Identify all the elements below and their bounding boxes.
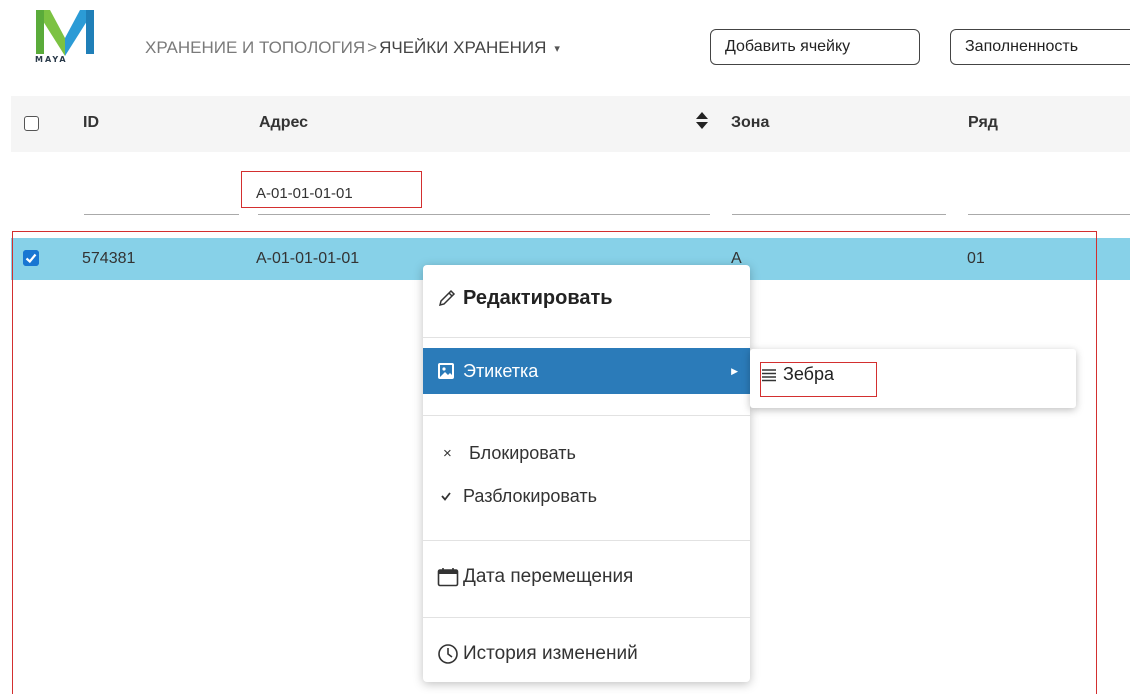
- column-header-id[interactable]: ID: [83, 114, 99, 132]
- add-cell-button[interactable]: Добавить ячейку: [710, 29, 920, 65]
- breadcrumb-parent[interactable]: ХРАНЕНИЕ И ТОПОЛОГИЯ: [145, 38, 365, 58]
- menu-item-unblock[interactable]: Разблокировать: [423, 476, 750, 516]
- row-filter-input[interactable]: [968, 214, 1130, 215]
- submenu-arrow-icon: ▶: [731, 365, 738, 376]
- menu-item-unblock-label: Разблокировать: [463, 485, 598, 506]
- breadcrumb-current[interactable]: ЯЧЕЙКИ ХРАНЕНИЯ: [379, 38, 546, 58]
- id-filter-input[interactable]: [84, 214, 239, 215]
- menu-item-history-label: История изменений: [463, 643, 638, 664]
- image-icon: [437, 362, 463, 380]
- menu-item-move-date[interactable]: Дата перемещения: [423, 557, 750, 597]
- menu-item-edit[interactable]: Редактировать: [423, 278, 750, 318]
- menu-divider: [423, 617, 750, 618]
- menu-divider: [423, 415, 750, 416]
- column-header-row[interactable]: Ряд: [968, 114, 998, 132]
- menu-item-block[interactable]: × Блокировать: [423, 433, 750, 473]
- calendar-icon: [437, 567, 463, 587]
- menu-item-move-date-label: Дата перемещения: [463, 566, 634, 587]
- zebra-highlight-box: [760, 362, 877, 397]
- menu-item-history[interactable]: История изменений: [423, 634, 750, 674]
- table-header: ID Адрес Зона Ряд: [11, 96, 1130, 152]
- address-filter-input[interactable]: [258, 214, 710, 215]
- x-icon: ×: [443, 444, 452, 462]
- menu-item-edit-label: Редактировать: [463, 286, 613, 309]
- menu-item-label-text: Этикетка: [463, 360, 539, 381]
- select-all-checkbox[interactable]: [24, 116, 39, 131]
- occupancy-button[interactable]: Заполненность: [950, 29, 1130, 65]
- check-icon: [437, 489, 463, 503]
- clock-icon: [437, 643, 463, 665]
- breadcrumb: ХРАНЕНИЕ И ТОПОЛОГИЯ > ЯЧЕЙКИ ХРАНЕНИЯ ▾: [145, 38, 560, 58]
- context-menu: [423, 265, 750, 682]
- column-header-zone[interactable]: Зона: [731, 114, 769, 132]
- menu-item-label[interactable]: Этикетка ▶: [423, 348, 750, 394]
- breadcrumb-separator: >: [367, 38, 378, 57]
- sort-icon[interactable]: [695, 110, 709, 130]
- menu-item-block-label: Блокировать: [469, 442, 576, 463]
- page: MAYA ХРАНЕНИЕ И ТОПОЛОГИЯ > ЯЧЕЙКИ ХРАНЕ…: [0, 0, 1130, 694]
- menu-divider: [423, 540, 750, 541]
- pencil-icon: [437, 288, 463, 308]
- filter-highlight-box: [241, 171, 422, 208]
- column-header-address[interactable]: Адрес: [259, 114, 308, 132]
- menu-divider: [423, 337, 750, 338]
- zone-filter-input[interactable]: [732, 214, 946, 215]
- logo-text: MAYA: [35, 55, 68, 64]
- chevron-down-icon[interactable]: ▾: [554, 42, 560, 55]
